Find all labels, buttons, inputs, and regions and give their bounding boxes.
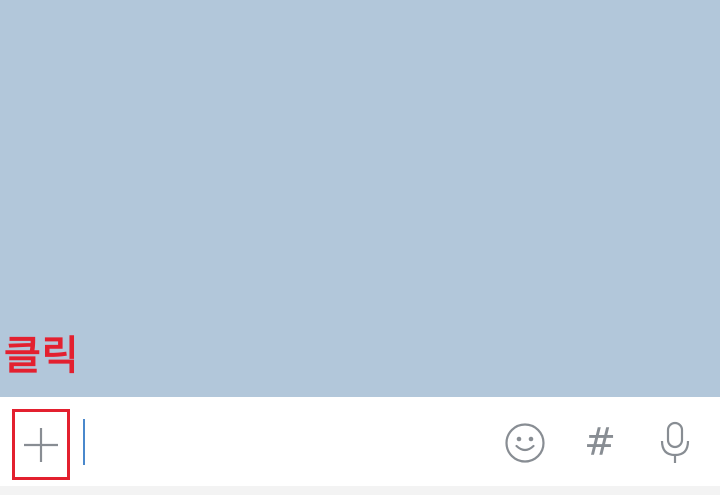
smiley-icon [505,423,545,463]
emoji-button[interactable] [503,421,547,465]
text-caret [83,419,85,465]
chat-screen: 클릭 # [0,0,720,495]
bottom-strip [0,486,720,495]
chat-message-area[interactable] [0,0,720,397]
message-input[interactable] [80,413,486,469]
click-annotation-label: 클릭 [4,333,80,379]
microphone-icon [660,421,690,463]
hashtag-button[interactable]: # [578,419,622,465]
plus-icon [24,428,58,462]
voice-input-button[interactable] [653,419,697,467]
attach-plus-button[interactable] [21,425,61,465]
